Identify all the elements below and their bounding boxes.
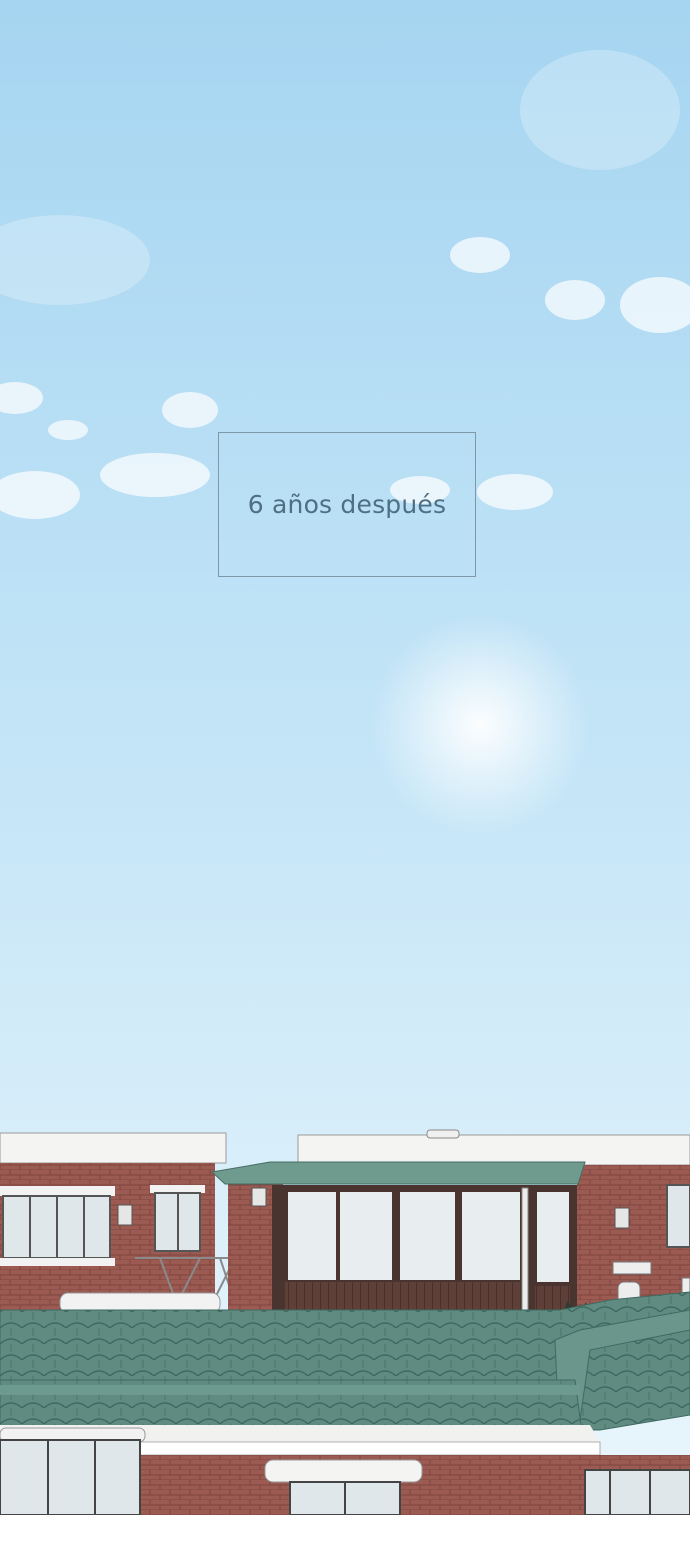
narration-box: 6 años después	[218, 432, 476, 577]
sun-glow	[370, 615, 590, 835]
comic-panel: 6 años después	[0, 0, 690, 1515]
rooftop-scene	[0, 0, 690, 1515]
page-gutter	[0, 1515, 690, 1561]
narration-text: 6 años después	[247, 490, 447, 519]
